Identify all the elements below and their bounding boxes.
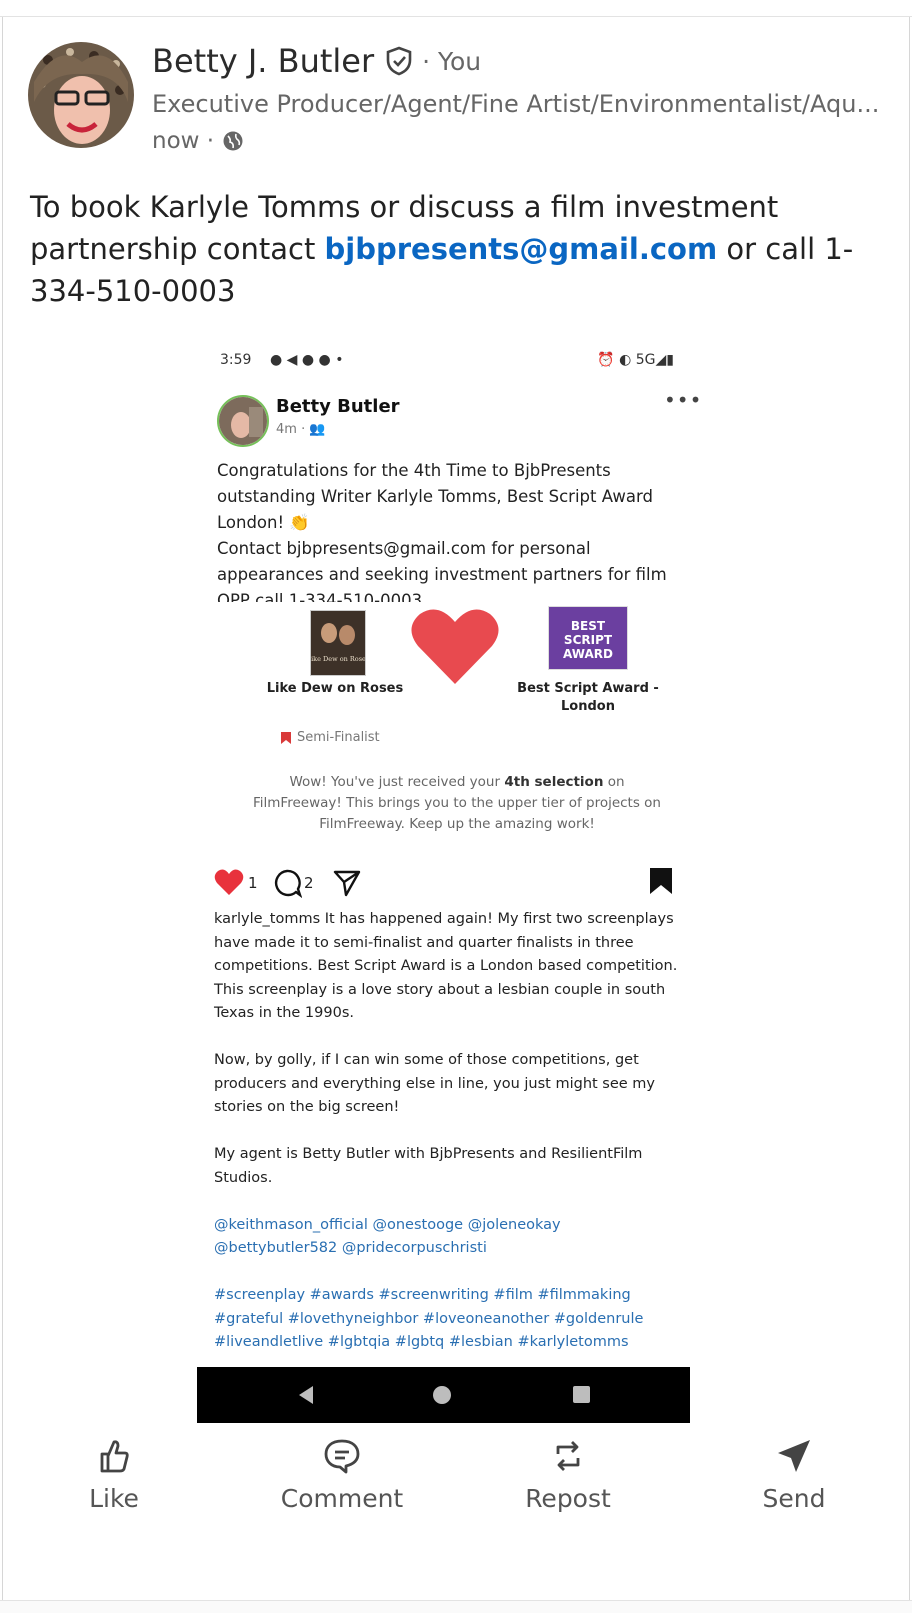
verified-icon <box>386 46 412 76</box>
ig-share-icon <box>333 870 361 897</box>
more-icon: ••• <box>664 388 703 412</box>
post-body: To book Karlyle Tomms or discuss a film … <box>30 186 880 312</box>
post-time: now · <box>152 128 244 154</box>
time-text: now · <box>152 128 215 154</box>
author-headline: Executive Producer/Agent/Fine Artist/Env… <box>152 90 880 118</box>
repost-icon <box>556 1441 580 1471</box>
email-link[interactable]: bjbpresents@gmail.com <box>325 232 718 266</box>
repost-label: Repost <box>525 1484 611 1513</box>
comment-label: Comment <box>280 1484 404 1513</box>
ig-like-count: 1 <box>248 874 258 892</box>
globe-icon <box>223 131 243 151</box>
status-bar: 3:59 ● ◀ ● ● • ⏰ ◐ 5G◢▮ <box>220 352 690 374</box>
shared-screenshot[interactable]: 3:59 ● ◀ ● ● • ⏰ ◐ 5G◢▮ Betty Butler 4m … <box>202 340 709 1460</box>
repost-button[interactable]: Repost <box>468 1430 668 1513</box>
comment-icon <box>324 1439 360 1474</box>
bookmark-badge-icon <box>281 731 291 744</box>
poster-image: Like Dew on Roses <box>307 610 369 676</box>
selection-msg-prefix: Wow! You've just received your <box>289 774 505 790</box>
post-action-bar: Like Comment Repost Send <box>0 1430 912 1540</box>
fb-author-name: Betty Butler <box>276 396 400 417</box>
award-badge: BEST SCRIPT AWARD <box>548 606 628 670</box>
ig-caption: karlyle_tomms It has happened again! My … <box>214 908 684 1378</box>
ig-comment-icon <box>274 869 302 898</box>
ig-comment-count: 2 <box>304 874 314 892</box>
send-label: Send <box>762 1484 826 1513</box>
top-divider <box>0 0 912 17</box>
filmfreeway-card: Like Dew on Roses BEST SCRIPT AWARD Like… <box>202 602 709 852</box>
avatar-image <box>28 42 134 148</box>
status-time: 3:59 <box>220 352 252 368</box>
semi-finalist-label: Semi-Finalist <box>297 730 380 745</box>
home-icon <box>433 1386 451 1404</box>
caption-paragraph-2: Now, by golly, if I can win some of thos… <box>214 1052 656 1115</box>
award-badge-text: BEST SCRIPT AWARD <box>563 619 613 661</box>
poster-title: Like Dew on Roses <box>311 655 365 663</box>
send-icon <box>778 1440 810 1472</box>
status-right-icons: ⏰ ◐ 5G◢▮ <box>597 352 674 368</box>
recent-apps-icon <box>573 1386 590 1403</box>
fb-avatar-image <box>219 397 267 445</box>
project-label: Like Dew on Roses <box>266 681 404 696</box>
comment-button[interactable]: Comment <box>242 1430 442 1513</box>
fb-post-text: Congratulations for the 4th Time to BjbP… <box>217 461 667 610</box>
semi-finalist-status: Semi-Finalist <box>280 730 380 745</box>
like-label: Like <box>89 1484 139 1513</box>
caption-hashtags: #screenplay #awards #screenwriting #film… <box>214 1287 644 1350</box>
back-icon <box>299 1386 313 1404</box>
ig-bookmark-icon <box>650 868 672 894</box>
poster-graphic: Like Dew on Roses <box>307 611 369 675</box>
caption-paragraph-3: My agent is Betty Butler with BjbPresent… <box>214 1146 643 1186</box>
like-icon <box>100 1440 129 1473</box>
author-name[interactable]: Betty J. Butler <box>152 42 374 80</box>
caption-mentions: @keithmason_official @onestooge @joleneo… <box>214 1216 561 1257</box>
like-button[interactable]: Like <box>14 1430 214 1513</box>
fb-avatar <box>217 395 269 447</box>
ig-action-row: 1 2 <box>214 864 674 900</box>
author-avatar[interactable] <box>28 42 134 148</box>
caption-paragraph-1: karlyle_tomms It has happened again! My … <box>214 911 678 1021</box>
send-button[interactable]: Send <box>694 1430 894 1513</box>
festival-label: Best Script Award - London <box>517 681 659 714</box>
bottom-divider <box>0 1600 912 1613</box>
ig-heart-icon <box>214 869 244 895</box>
notification-icons: ● ◀ ● ● • <box>270 352 344 368</box>
author-line: Betty J. Butler · You <box>152 42 481 80</box>
selection-msg-bold: 4th selection <box>504 774 604 790</box>
selection-message: Wow! You've just received your 4th selec… <box>247 772 667 835</box>
you-label: · You <box>422 46 482 76</box>
fb-time: 4m · 👥 <box>276 422 326 437</box>
heart-icon <box>411 609 499 684</box>
android-nav-bar <box>197 1367 690 1423</box>
